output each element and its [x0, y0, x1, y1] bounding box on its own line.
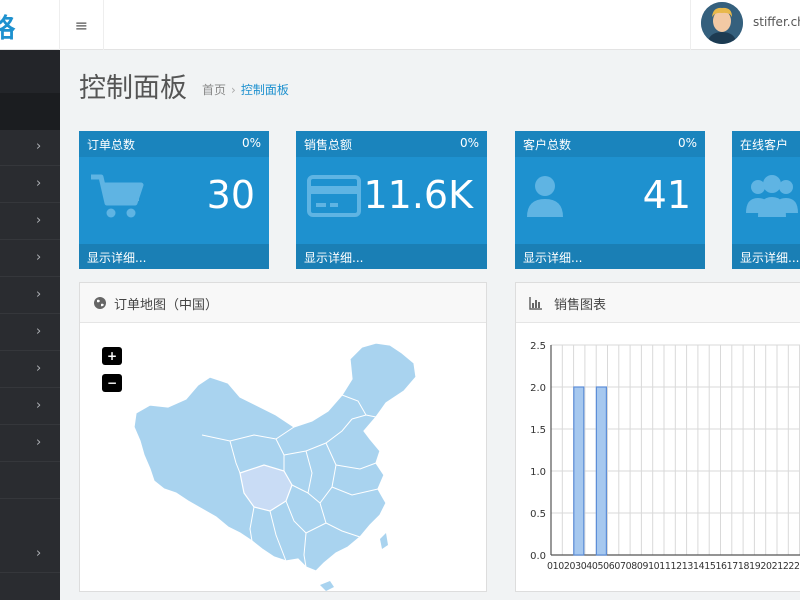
sidebar-item[interactable]: › [0, 389, 60, 425]
tile-value: 41 [642, 173, 691, 217]
x-tick-labels: 0102030405060708091011121314151617181920… [547, 561, 800, 572]
panel-header: 销售图表 [516, 283, 800, 323]
tile-value: 11.6K [363, 173, 473, 217]
globe-icon [94, 297, 106, 309]
user-icon [527, 176, 563, 217]
sales-chart-panel: 销售图表 0.0 0.5 1.0 1.5 2.0 2.5 01020304050607080… [515, 282, 800, 592]
sidebar-top [0, 50, 60, 93]
logo-text: 略 [0, 8, 15, 45]
chevron-right-icon: › [36, 176, 42, 191]
logo[interactable]: 略 [0, 0, 60, 50]
sidebar-item[interactable]: › [0, 241, 60, 277]
y-tick-label: 0.0 [530, 551, 546, 562]
tile-total-orders: 订单总数 0% 30 显示详细... [79, 131, 269, 269]
map-region[interactable] [133, 342, 417, 572]
panel-header: 订单地图（中国） [80, 283, 486, 323]
map-region-island[interactable] [320, 581, 334, 591]
sidebar-item[interactable]: › [0, 315, 60, 351]
sidebar-item[interactable] [0, 463, 60, 499]
breadcrumb: 首页 › 控制面板 [202, 81, 289, 98]
breadcrumb-current[interactable]: 控制面板 [241, 83, 289, 97]
chevron-right-icon: › [36, 250, 42, 265]
users-icon [746, 175, 798, 217]
breadcrumb-home[interactable]: 首页 [202, 83, 226, 97]
tile-percent: 0% [677, 136, 697, 150]
tile-header: 销售总额 0% [296, 131, 487, 157]
order-map-panel: 订单地图（中国） + − [79, 282, 487, 592]
view-details-link[interactable]: 显示详细... [87, 249, 146, 266]
tile-header: 订单总数 0% [79, 131, 269, 157]
shopping-cart-icon [91, 174, 144, 218]
top-header: 略 ≡ stiffer.che [0, 0, 800, 50]
tile-title: 订单总数 [87, 138, 136, 152]
chart-bar [595, 386, 608, 556]
chevron-right-icon: › [36, 361, 42, 376]
chevron-right-icon: › [36, 287, 42, 302]
sidebar-item[interactable]: › [0, 537, 60, 573]
tile-footer: 显示详细... [515, 244, 705, 269]
chart-bar [573, 386, 585, 556]
map-region-island[interactable] [380, 533, 388, 549]
chevron-right-icon: › [36, 398, 42, 413]
tile-header: 客户总数 0% [515, 131, 705, 157]
tile-title: 在线客户 [740, 138, 789, 152]
china-map[interactable] [80, 323, 486, 591]
tile-percent: 0% [459, 136, 479, 150]
avatar [701, 2, 743, 44]
tile-footer: 显示详细... [79, 244, 269, 269]
page-title: 控制面板 [79, 73, 187, 104]
sidebar-item[interactable]: › [0, 167, 60, 203]
sidebar-item[interactable]: › [0, 204, 60, 240]
user-menu[interactable]: stiffer.che [690, 0, 800, 50]
view-details-link[interactable]: 显示详细... [304, 249, 363, 266]
tile-total-sales: 销售总额 0% 11.6K 显示详细... [296, 131, 487, 269]
tile-title: 销售总额 [304, 138, 353, 152]
y-tick-label: 2.0 [530, 383, 546, 394]
panel-title: 订单地图（中国） [114, 298, 219, 313]
view-details-link[interactable]: 显示详细... [523, 249, 582, 266]
tile-value: 30 [206, 173, 255, 217]
credit-card-icon [307, 175, 361, 217]
panel-title: 销售图表 [554, 298, 607, 313]
y-tick-label: 2.5 [530, 341, 546, 352]
tile-percent: 0% [241, 136, 261, 150]
menu-toggle-button[interactable]: ≡ [60, 0, 104, 50]
chevron-right-icon: › [36, 435, 42, 450]
hamburger-icon: ≡ [74, 15, 89, 35]
sidebar-item[interactable]: › [0, 278, 60, 314]
y-tick-label: 0.5 [530, 509, 546, 520]
tile-title: 客户总数 [523, 138, 572, 152]
sidebar-item[interactable]: › [0, 426, 60, 462]
user-name: stiffer.che [753, 15, 800, 29]
bar-chart-icon [529, 297, 542, 310]
sidebar-item[interactable]: › [0, 130, 60, 166]
y-tick-label: 1.5 [530, 425, 546, 436]
breadcrumb-separator: › [231, 83, 236, 97]
chevron-right-icon: › [36, 139, 42, 154]
sales-bar-chart: 0.0 0.5 1.0 1.5 2.0 2.5 0102030405060708091011… [530, 341, 800, 572]
tile-online-customers: 在线客户 显示详细... [732, 131, 800, 269]
y-tick-label: 1.0 [530, 467, 546, 478]
sidebar-header [0, 93, 60, 130]
chevron-right-icon: › [36, 213, 42, 228]
sidebar: › › › › › › › › › › [0, 50, 60, 600]
tile-footer: 显示详细... [732, 244, 800, 269]
tile-footer: 显示详细... [296, 244, 487, 269]
tile-total-customers: 客户总数 0% 41 显示详细... [515, 131, 705, 269]
chevron-right-icon: › [36, 324, 42, 339]
tile-header: 在线客户 [732, 131, 800, 157]
chevron-right-icon: › [36, 546, 42, 561]
view-details-link[interactable]: 显示详细... [740, 249, 799, 266]
sidebar-item[interactable]: › [0, 352, 60, 388]
